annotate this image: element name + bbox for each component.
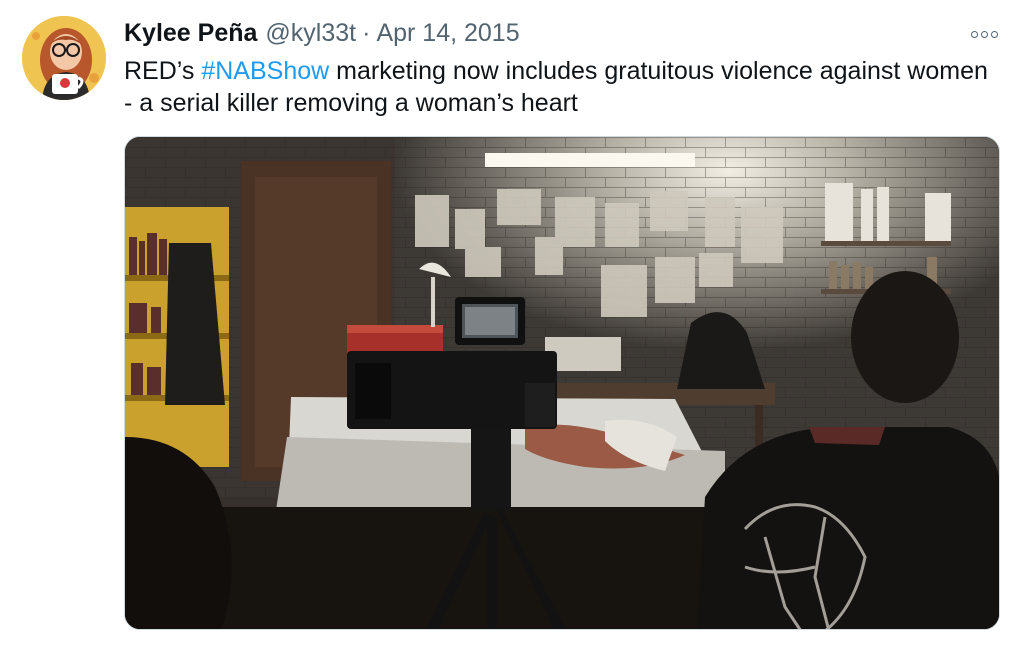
tweet-text: RED’s #NABShow marketing now includes gr… <box>124 55 994 119</box>
avatar-image <box>22 16 106 100</box>
header-separator: · <box>362 19 371 47</box>
tweet-header: Kylee Peña @kyl33t · Apr 14, 2015 <box>124 18 520 48</box>
tweet-photo[interactable] <box>124 136 1000 630</box>
hashtag-link[interactable]: #NABShow <box>201 57 329 85</box>
avatar[interactable] <box>22 16 106 100</box>
author-name[interactable]: Kylee Peña <box>124 18 257 48</box>
tweet-text-start: RED’s <box>124 57 202 85</box>
tweet-date[interactable]: Apr 14, 2015 <box>376 18 519 48</box>
more-options-button[interactable] <box>964 22 1004 46</box>
more-horizontal-icon <box>969 30 999 38</box>
photo-film-set <box>125 137 999 629</box>
tweet: Kylee Peña @kyl33t · Apr 14, 2015 RED’s … <box>0 0 1024 650</box>
author-handle[interactable]: @kyl33t <box>265 18 356 48</box>
